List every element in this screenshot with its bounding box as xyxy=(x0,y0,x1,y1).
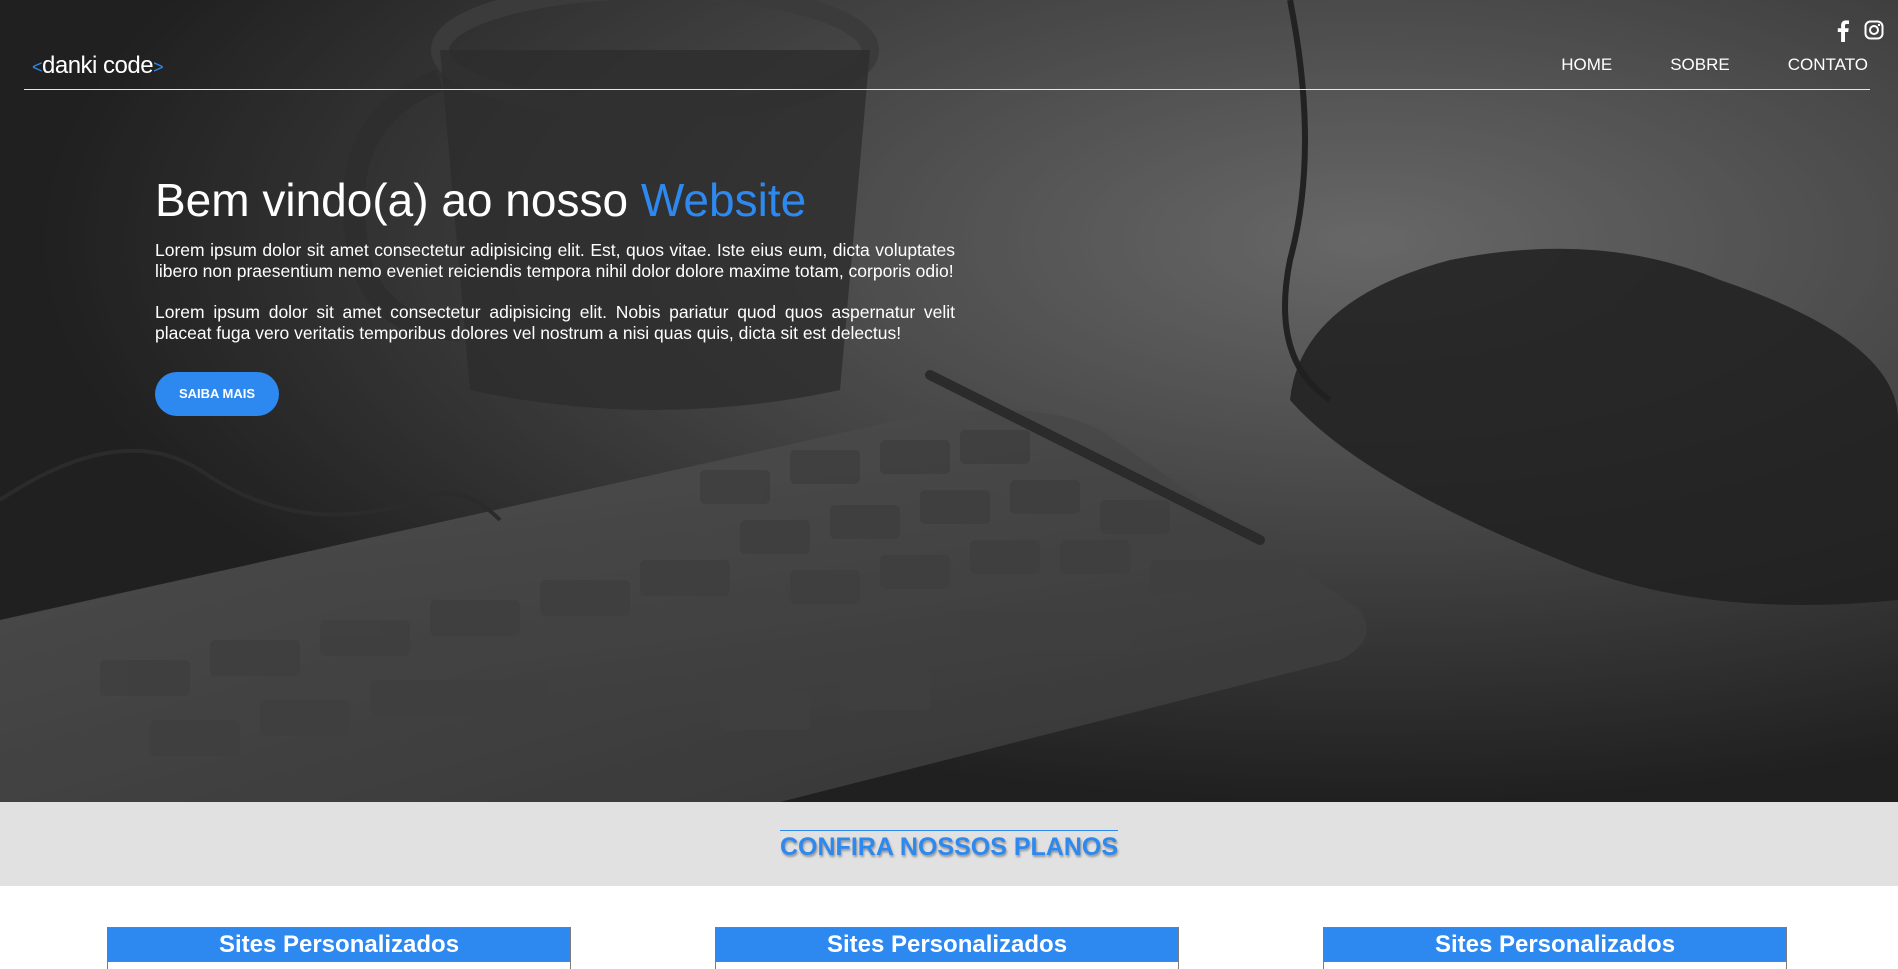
logo-bracket-close: > xyxy=(153,57,164,77)
logo-bracket-open: < xyxy=(32,57,43,77)
hero-title-accent: Website xyxy=(640,174,807,226)
plan-card: Sites Personalizados xyxy=(107,927,571,969)
header-divider xyxy=(24,89,1870,90)
hero-section: <danki code> HOME SOBRE CONTATO Bem vind… xyxy=(0,0,1898,802)
hero-content: Bem vindo(a) ao nosso Website Lorem ipsu… xyxy=(155,172,955,416)
hero-paragraph-2: Lorem ipsum dolor sit amet consectetur a… xyxy=(155,302,955,343)
nav-contato[interactable]: CONTATO xyxy=(1788,55,1868,75)
saiba-mais-button[interactable]: SAIBA MAIS xyxy=(155,372,279,416)
social-links xyxy=(1836,20,1884,42)
planos-section: CONFIRA NOSSOS PLANOS xyxy=(0,802,1898,886)
plan-card: Sites Personalizados xyxy=(1323,927,1787,969)
plan-card-title: Sites Personalizados xyxy=(716,928,1178,962)
plan-card: Sites Personalizados xyxy=(715,927,1179,969)
hero-title: Bem vindo(a) ao nosso Website xyxy=(155,172,955,228)
plan-card-title: Sites Personalizados xyxy=(1324,928,1786,962)
nav-home[interactable]: HOME xyxy=(1561,55,1612,75)
logo[interactable]: <danki code> xyxy=(32,52,164,80)
nav-sobre[interactable]: SOBRE xyxy=(1670,55,1730,75)
instagram-icon[interactable] xyxy=(1864,20,1884,42)
main-nav: HOME SOBRE CONTATO xyxy=(1503,55,1868,75)
facebook-icon[interactable] xyxy=(1836,20,1850,42)
planos-title: CONFIRA NOSSOS PLANOS xyxy=(0,830,1898,862)
hero-paragraph-1: Lorem ipsum dolor sit amet consectetur a… xyxy=(155,240,955,281)
logo-text: danki code xyxy=(42,52,154,79)
planos-title-text: CONFIRA NOSSOS PLANOS xyxy=(780,830,1118,862)
plan-card-title: Sites Personalizados xyxy=(108,928,570,962)
hero-title-main: Bem vindo(a) ao nosso xyxy=(155,174,641,226)
